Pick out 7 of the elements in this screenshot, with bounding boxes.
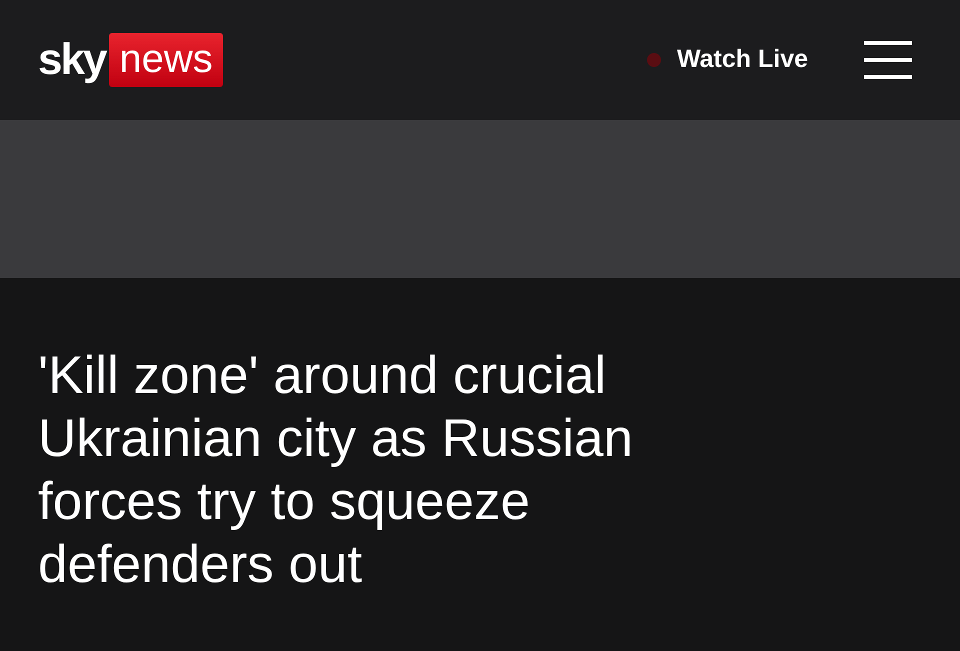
headline: 'Kill zone' around crucial Ukrainian city as Russian forces try to squeeze defenders out [37, 345, 634, 596]
menu-icon[interactable] [864, 41, 912, 79]
logo-text: sky [38, 38, 106, 82]
watch-live-link[interactable]: Watch Live [676, 41, 808, 79]
logo[interactable]: sky news [38, 33, 223, 87]
live-icon [646, 53, 661, 67]
logo-badge: news [109, 33, 223, 87]
